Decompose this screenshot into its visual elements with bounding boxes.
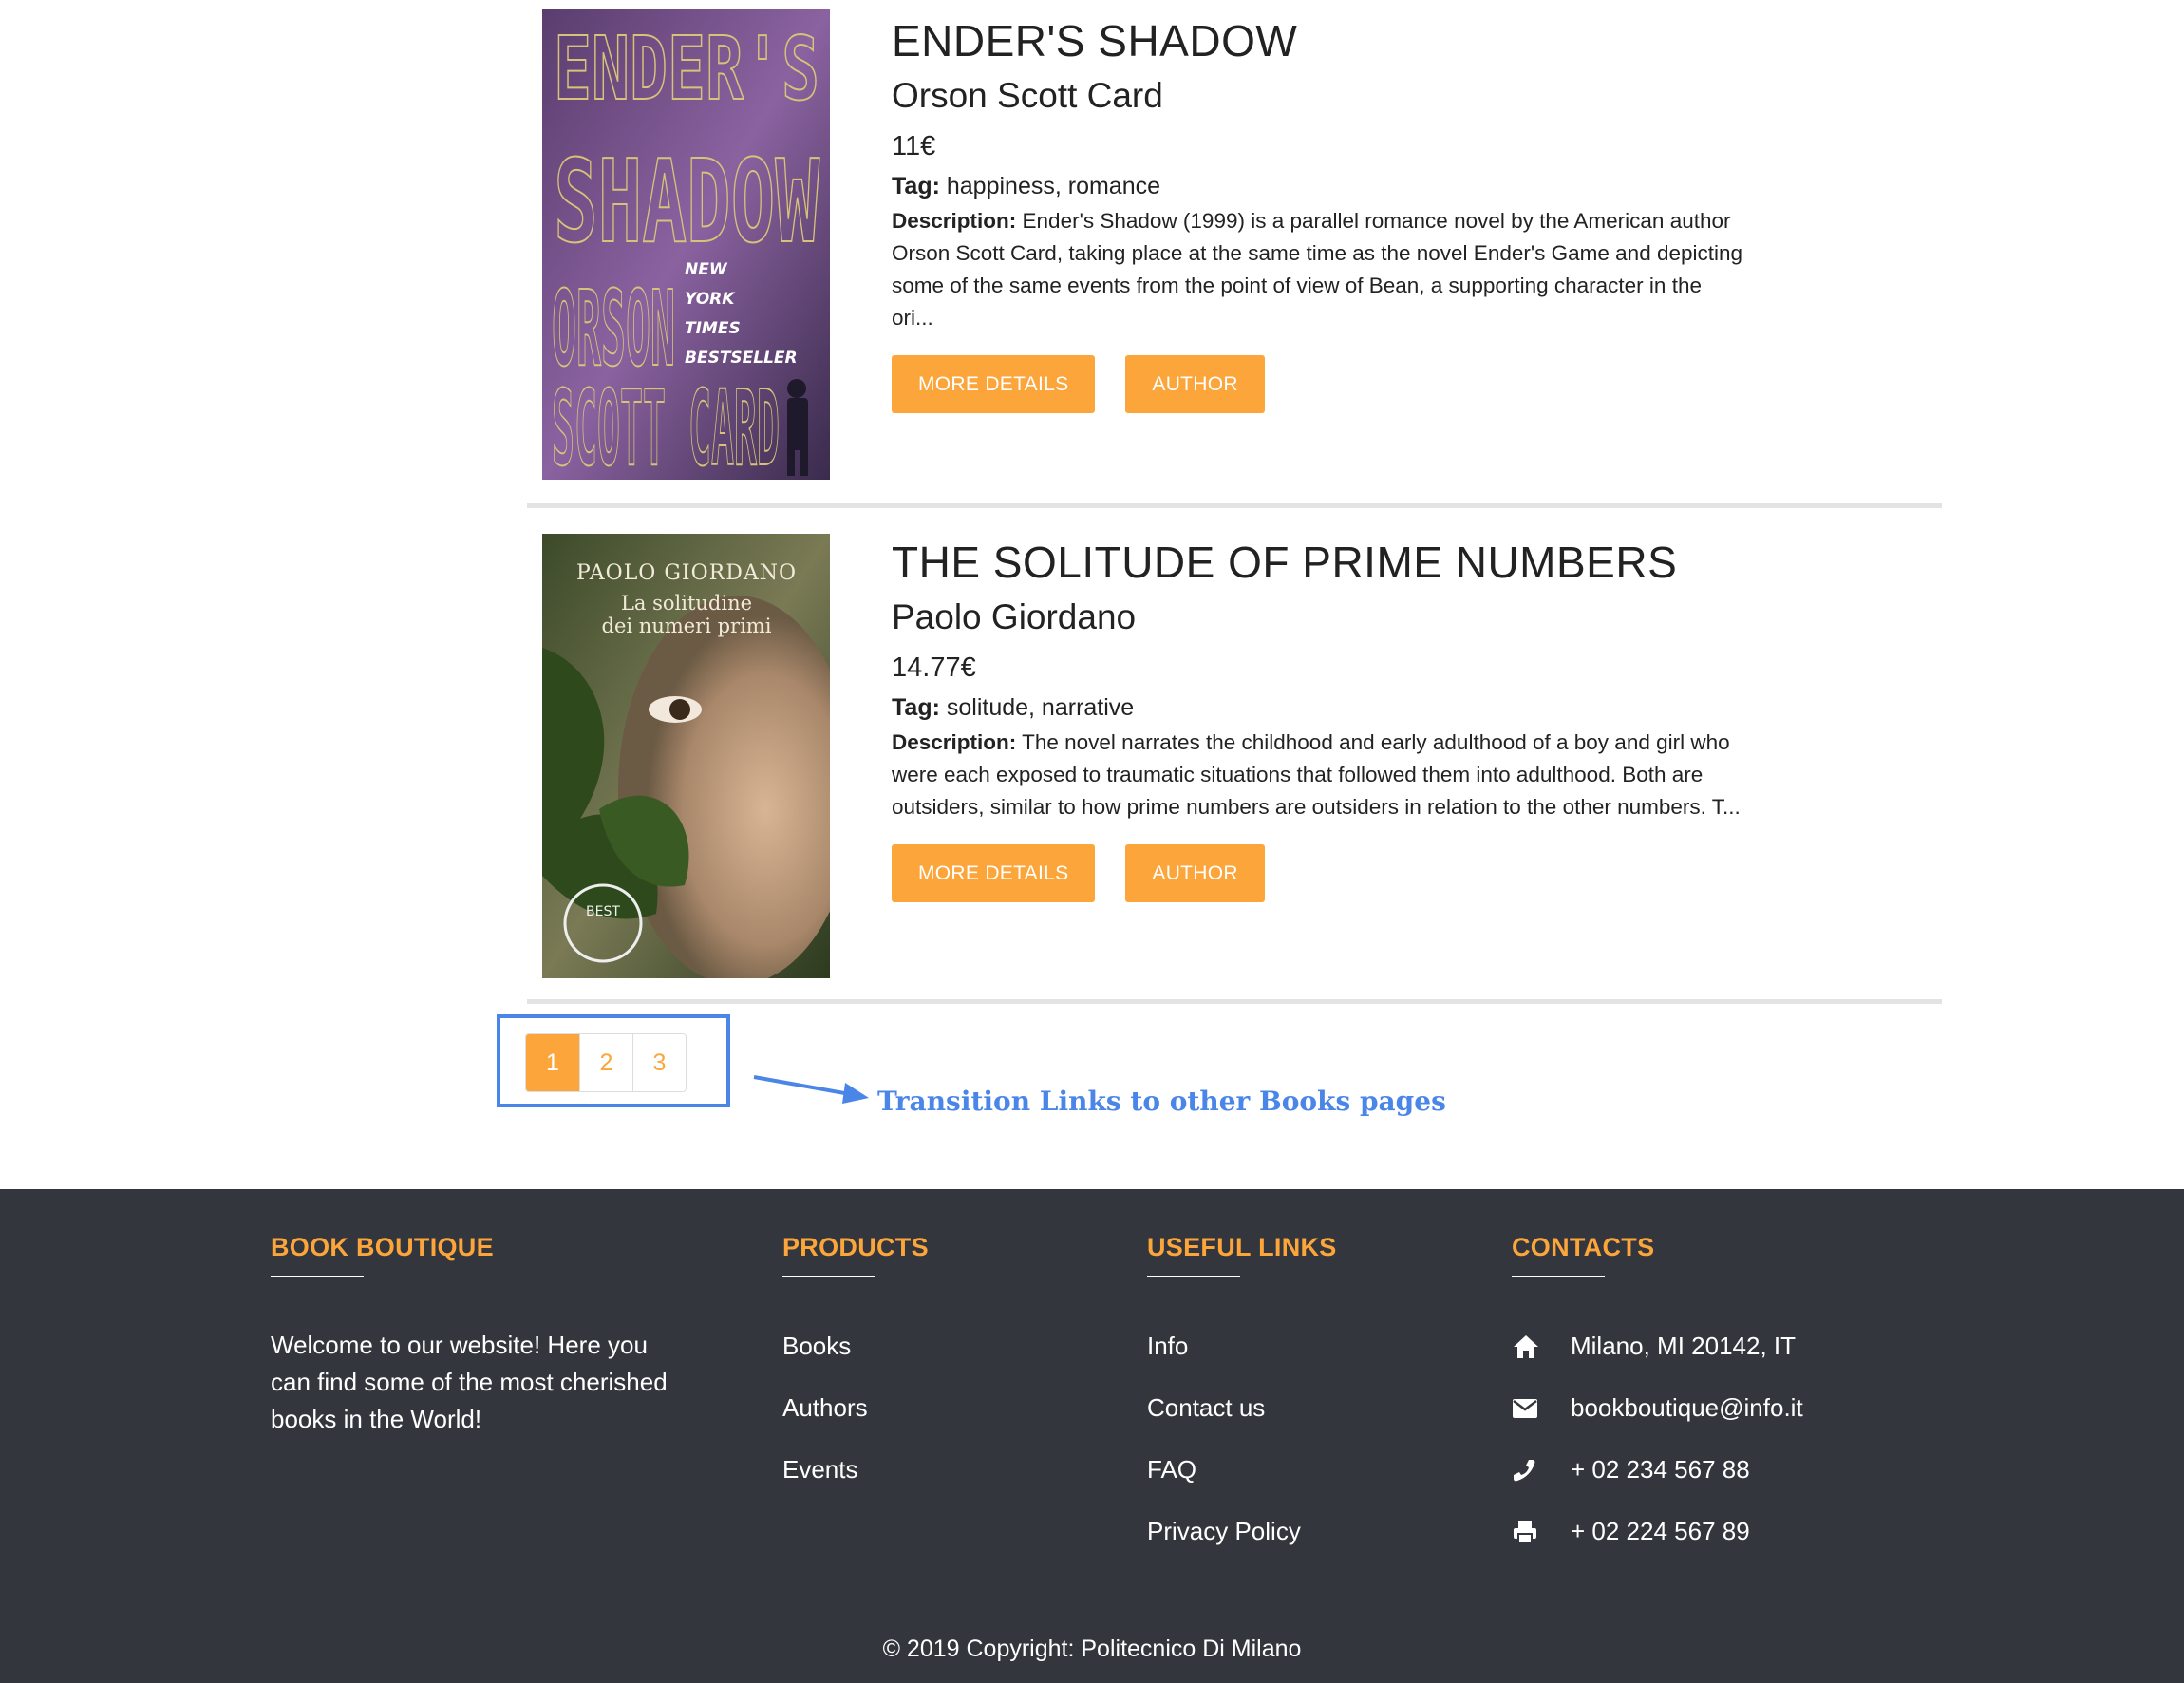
svg-text:La solitudine: La solitudine <box>621 592 752 615</box>
tag-label: Tag: <box>892 694 940 721</box>
svg-text:dei numeri primi: dei numeri primi <box>602 615 772 637</box>
footer-useful-links: USEFUL LINKS Info Contact us FAQ Privacy… <box>1147 1233 1337 1562</box>
description-text: Ender's Shadow (1999) is a parallel roma… <box>892 209 1743 330</box>
author-button[interactable]: AUTHOR <box>1125 844 1265 902</box>
pagination: 1 2 3 <box>525 1033 687 1092</box>
footer-link-events[interactable]: Events <box>782 1439 929 1501</box>
envelope-icon <box>1512 1398 1571 1419</box>
description-label: Description: <box>892 730 1017 754</box>
footer-contacts: CONTACTS Milano, MI 20142, IT bookboutiq… <box>1512 1233 1803 1562</box>
footer-heading-about: BOOK BOUTIQUE <box>271 1233 494 1261</box>
book-info: THE SOLITUDE OF PRIME NUMBERS Paolo Gior… <box>892 535 1746 902</box>
book-price: 11€ <box>892 131 936 161</box>
contact-phone-text: + 02 234 567 88 <box>1571 1455 1750 1484</box>
footer-link-books[interactable]: Books <box>782 1315 929 1377</box>
book-cover-image[interactable]: PAOLO GIORDANO La solitudine dei numeri … <box>542 534 830 978</box>
book-list: ENDER'S SHADOW ORSON SCOTT CARD NEW YORK… <box>527 0 1942 1004</box>
svg-text:SCOTT CARD: SCOTT CARD <box>552 368 780 480</box>
book-author: Paolo Giordano <box>892 597 1137 636</box>
annotation-text: Transition Links to other Books pages <box>877 1086 1446 1117</box>
book-price: 14.77€ <box>892 652 976 683</box>
contact-phone: + 02 234 567 88 <box>1512 1439 1803 1501</box>
tag-values: solitude, narrative <box>946 694 1135 721</box>
site-footer: BOOK BOUTIQUE Welcome to our website! He… <box>0 1189 2184 1683</box>
footer-link-contact-us[interactable]: Contact us <box>1147 1377 1337 1439</box>
footer-products: PRODUCTS Books Authors Events <box>782 1233 929 1501</box>
contact-fax: + 02 224 567 89 <box>1512 1501 1803 1562</box>
more-details-button[interactable]: MORE DETAILS <box>892 844 1096 902</box>
phone-icon <box>1512 1458 1571 1483</box>
book-item: ENDER'S SHADOW ORSON SCOTT CARD NEW YORK… <box>527 0 1942 508</box>
book-description: Description: The novel narrates the chil… <box>892 727 1746 823</box>
description-label: Description: <box>892 209 1017 233</box>
svg-text:BEST: BEST <box>586 904 620 919</box>
footer-about-text: Welcome to our website! Here you can fin… <box>271 1331 668 1433</box>
contact-address-text: Milano, MI 20142, IT <box>1571 1332 1796 1360</box>
footer-heading-products: PRODUCTS <box>782 1233 929 1261</box>
book-title: THE SOLITUDE OF PRIME NUMBERS <box>892 538 1678 587</box>
book-title: ENDER'S SHADOW <box>892 16 1298 66</box>
book-tags: Tag: solitude, narrative <box>892 690 1746 725</box>
svg-text:SHADOW: SHADOW <box>554 137 819 269</box>
page-link-3[interactable]: 3 <box>632 1034 686 1091</box>
footer-link-faq[interactable]: FAQ <box>1147 1439 1337 1501</box>
svg-text:ENDER'S: ENDER'S <box>554 18 819 120</box>
heading-underline <box>1147 1276 1240 1277</box>
footer-heading-useful-links: USEFUL LINKS <box>1147 1233 1337 1261</box>
footer-link-info[interactable]: Info <box>1147 1315 1337 1377</box>
book-tags: Tag: happiness, romance <box>892 169 1746 203</box>
tag-values: happiness, romance <box>946 173 1161 199</box>
book-cover-image[interactable]: ENDER'S SHADOW ORSON SCOTT CARD NEW YORK… <box>542 9 830 480</box>
description-text: The novel narrates the childhood and ear… <box>892 730 1741 819</box>
footer-heading-contacts: CONTACTS <box>1512 1233 1655 1261</box>
heading-underline <box>782 1276 875 1277</box>
book-author: Orson Scott Card <box>892 76 1163 115</box>
home-icon <box>1512 1333 1571 1360</box>
more-details-button[interactable]: MORE DETAILS <box>892 355 1096 413</box>
book-item: PAOLO GIORDANO La solitudine dei numeri … <box>527 508 1942 1004</box>
tag-label: Tag: <box>892 173 940 199</box>
annotation-arrow-icon <box>753 1075 869 1104</box>
contact-address: Milano, MI 20142, IT <box>1512 1315 1803 1377</box>
book-description: Description: Ender's Shadow (1999) is a … <box>892 205 1746 334</box>
svg-text:NEW: NEW <box>685 260 728 279</box>
footer-link-privacy-policy[interactable]: Privacy Policy <box>1147 1501 1337 1562</box>
contact-email: bookboutique@info.it <box>1512 1377 1803 1439</box>
book-info: ENDER'S SHADOW Orson Scott Card 11€ Tag:… <box>892 13 1746 413</box>
author-button[interactable]: AUTHOR <box>1125 355 1265 413</box>
footer-link-authors[interactable]: Authors <box>782 1377 929 1439</box>
footer-about: BOOK BOUTIQUE Welcome to our website! He… <box>271 1233 669 1438</box>
print-icon <box>1512 1519 1571 1545</box>
heading-underline <box>1512 1276 1605 1277</box>
svg-text:TIMES: TIMES <box>685 319 741 338</box>
contact-email-text[interactable]: bookboutique@info.it <box>1571 1393 1803 1423</box>
contact-fax-text: + 02 224 567 89 <box>1571 1517 1750 1545</box>
copyright-text: © 2019 Copyright: Politecnico Di Milano <box>882 1636 1302 1662</box>
svg-text:YORK: YORK <box>685 290 736 309</box>
svg-text:BESTSELLER: BESTSELLER <box>685 349 798 368</box>
heading-underline <box>271 1276 364 1277</box>
svg-text:PAOLO GIORDANO: PAOLO GIORDANO <box>576 561 797 585</box>
page-link-2[interactable]: 2 <box>579 1034 632 1091</box>
page-link-1[interactable]: 1 <box>526 1034 579 1091</box>
